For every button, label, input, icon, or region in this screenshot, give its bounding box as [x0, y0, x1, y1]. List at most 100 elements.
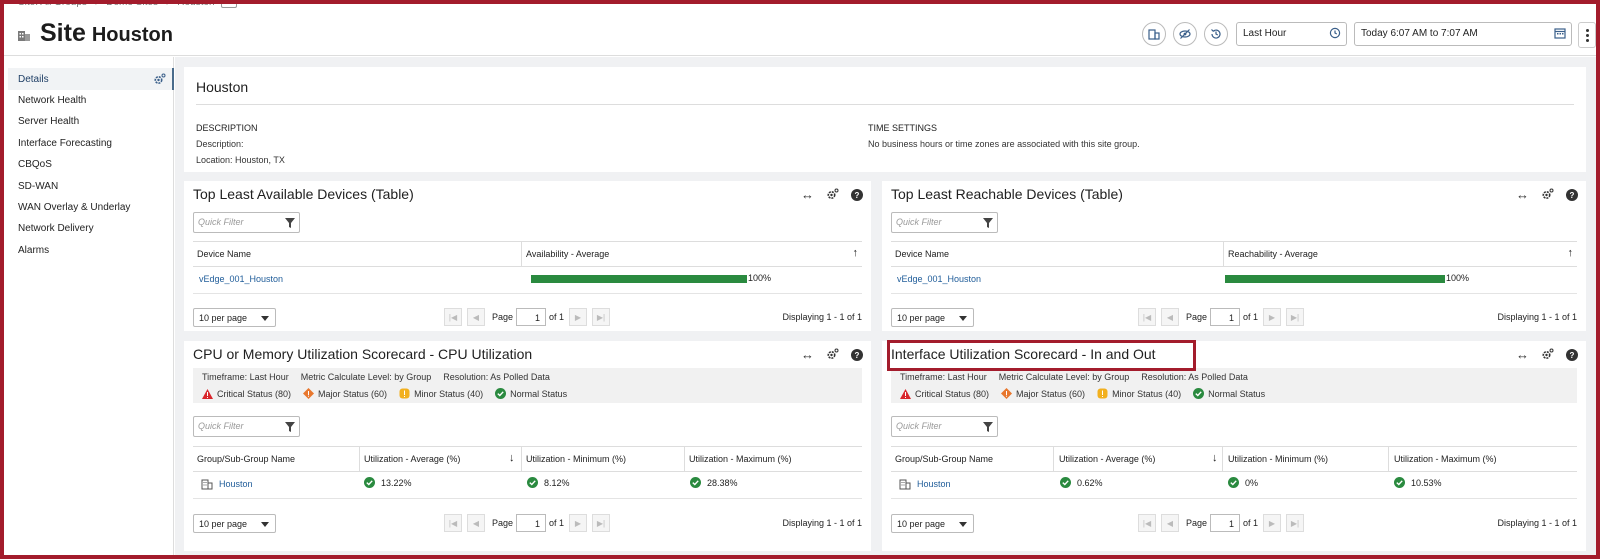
column-header[interactable]: Utilization - Minimum (%) [1228, 454, 1328, 464]
first-page-button[interactable]: |◀ [444, 514, 462, 532]
column-divider [359, 447, 360, 471]
next-page-button[interactable]: ▶ [1263, 514, 1281, 532]
sort-down-icon[interactable]: ↓ [509, 452, 515, 464]
sort-up-icon[interactable]: ↑ [853, 247, 859, 259]
next-page-button[interactable]: ▶ [569, 514, 587, 532]
expand-icon[interactable]: ↔ [1516, 347, 1529, 362]
row-divider [891, 498, 1577, 499]
help-icon[interactable]: ? [1566, 188, 1578, 201]
breadcrumb-copy-icon[interactable] [220, 0, 237, 8]
sidebar-item-details[interactable]: Details [18, 74, 49, 85]
column-header[interactable]: Utilization - Average (%) [1059, 454, 1155, 464]
column-divider [521, 447, 522, 471]
sidebar-item-network-health[interactable]: Network Health [18, 95, 86, 106]
avg-value: 0.62% [1077, 477, 1103, 488]
per-page-select[interactable]: 10 per page [193, 308, 276, 327]
group-link[interactable]: Houston [219, 479, 253, 489]
per-page-select[interactable]: 10 per page [891, 514, 974, 533]
sidebar-item-interface-forecasting[interactable]: Interface Forecasting [18, 138, 112, 149]
sidebar-item-network-delivery[interactable]: Network Delivery [18, 223, 94, 234]
hide-button[interactable] [1173, 22, 1197, 46]
time-range-select[interactable]: Last Hour [1236, 22, 1347, 46]
column-header[interactable]: Group/Sub-Group Name [895, 454, 993, 464]
sidebar-item-alarms[interactable]: Alarms [18, 245, 49, 256]
gear-icon[interactable] [826, 188, 839, 201]
history-button[interactable] [1204, 22, 1228, 46]
column-divider [684, 447, 685, 471]
column-header[interactable]: Device Name [197, 249, 251, 259]
last-page-button[interactable]: ▶| [1286, 514, 1304, 532]
prev-page-button[interactable]: ◀ [467, 308, 485, 326]
quick-filter-input[interactable]: Quick Filter [891, 212, 998, 233]
sidebar-item-wan-overlay[interactable]: WAN Overlay & Underlay [18, 202, 130, 213]
critical-status-label: Critical Status (80) [915, 388, 990, 399]
hide-icon [1179, 29, 1191, 39]
quick-filter-placeholder: Quick Filter [198, 217, 244, 227]
major-diamond-icon [303, 388, 315, 399]
first-page-icon: |◀ [448, 518, 458, 528]
expand-icon[interactable]: ↔ [1516, 187, 1529, 202]
gear-icon[interactable] [153, 73, 166, 86]
expand-icon[interactable]: ↔ [801, 187, 814, 202]
more-menu-button[interactable] [1578, 22, 1596, 48]
sidebar-item-cbqos[interactable]: CBQoS [18, 159, 52, 170]
calendar-icon [1554, 28, 1566, 39]
gear-icon[interactable] [1541, 348, 1554, 361]
sidebar-item-sd-wan[interactable]: SD-WAN [18, 181, 58, 192]
page-of-label: of 1 [1243, 518, 1259, 528]
group-view-button[interactable] [1142, 22, 1166, 46]
group-link[interactable]: Houston [917, 479, 951, 489]
page-input[interactable]: 1 [1210, 308, 1240, 326]
reachability-bar-fill [1225, 275, 1445, 283]
filter-icon [983, 218, 993, 228]
gear-icon[interactable] [1541, 188, 1554, 201]
column-header[interactable]: Device Name [895, 249, 949, 259]
last-page-button[interactable]: ▶| [592, 308, 610, 326]
breadcrumb-item[interactable]: Site: All Groups [18, 0, 87, 8]
column-header[interactable]: Reachability - Average [1228, 249, 1318, 259]
quick-filter-input[interactable]: Quick Filter [891, 416, 998, 437]
critical-status: Critical Status (80) [900, 388, 990, 399]
column-header[interactable]: Utilization - Maximum (%) [1394, 454, 1497, 464]
device-link[interactable]: vEdge_001_Houston [199, 274, 283, 284]
quick-filter-input[interactable]: Quick Filter [193, 416, 300, 437]
first-page-button[interactable]: |◀ [444, 308, 462, 326]
reachability-card: Top Least Reachable Devices (Table) ↔ ? … [882, 181, 1586, 331]
per-page-select[interactable]: 10 per page [193, 514, 276, 533]
last-page-button[interactable]: ▶| [592, 514, 610, 532]
history-icon [1211, 29, 1221, 39]
quick-filter-input[interactable]: Quick Filter [193, 212, 300, 233]
help-icon[interactable]: ? [851, 348, 863, 361]
reachability-value: 100% [1446, 273, 1470, 283]
per-page-select[interactable]: 10 per page [891, 308, 974, 327]
gear-icon[interactable] [826, 348, 839, 361]
column-header[interactable]: Utilization - Average (%) [364, 454, 460, 464]
first-page-button[interactable]: |◀ [1138, 308, 1156, 326]
expand-icon[interactable]: ↔ [801, 347, 814, 362]
page-input[interactable]: 1 [1210, 514, 1240, 532]
column-header[interactable]: Utilization - Minimum (%) [526, 454, 626, 464]
column-header[interactable]: Availability - Average [526, 249, 609, 259]
prev-page-button[interactable]: ◀ [1161, 308, 1179, 326]
prev-page-button[interactable]: ◀ [1161, 514, 1179, 532]
time-window-field[interactable]: Today 6:07 AM to 7:07 AM [1354, 22, 1572, 46]
page-input[interactable]: 1 [516, 514, 546, 532]
sidebar-item-server-health[interactable]: Server Health [18, 116, 79, 127]
meta-line: Timeframe: Last Hour Metric Calculate Lev… [202, 372, 562, 382]
breadcrumb-item: Houston [177, 0, 215, 9]
next-page-button[interactable]: ▶ [569, 308, 587, 326]
sort-down-icon[interactable]: ↓ [1212, 452, 1218, 464]
breadcrumb-item[interactable]: Demo Sites [106, 0, 158, 8]
first-page-button[interactable]: |◀ [1138, 514, 1156, 532]
help-icon[interactable]: ? [1566, 348, 1578, 361]
help-icon[interactable]: ? [851, 188, 863, 201]
page-input[interactable]: 1 [516, 308, 546, 326]
sort-up-icon[interactable]: ↑ [1568, 247, 1574, 259]
prev-page-button[interactable]: ◀ [467, 514, 485, 532]
column-header[interactable]: Group/Sub-Group Name [197, 454, 295, 464]
column-header[interactable]: Utilization - Maximum (%) [689, 454, 792, 464]
next-page-button[interactable]: ▶ [1263, 308, 1281, 326]
device-link[interactable]: vEdge_001_Houston [897, 274, 981, 284]
last-page-button[interactable]: ▶| [1286, 308, 1304, 326]
page-header: Site Houston Last Hour Today 6:07 AM to 7… [0, 14, 1600, 56]
